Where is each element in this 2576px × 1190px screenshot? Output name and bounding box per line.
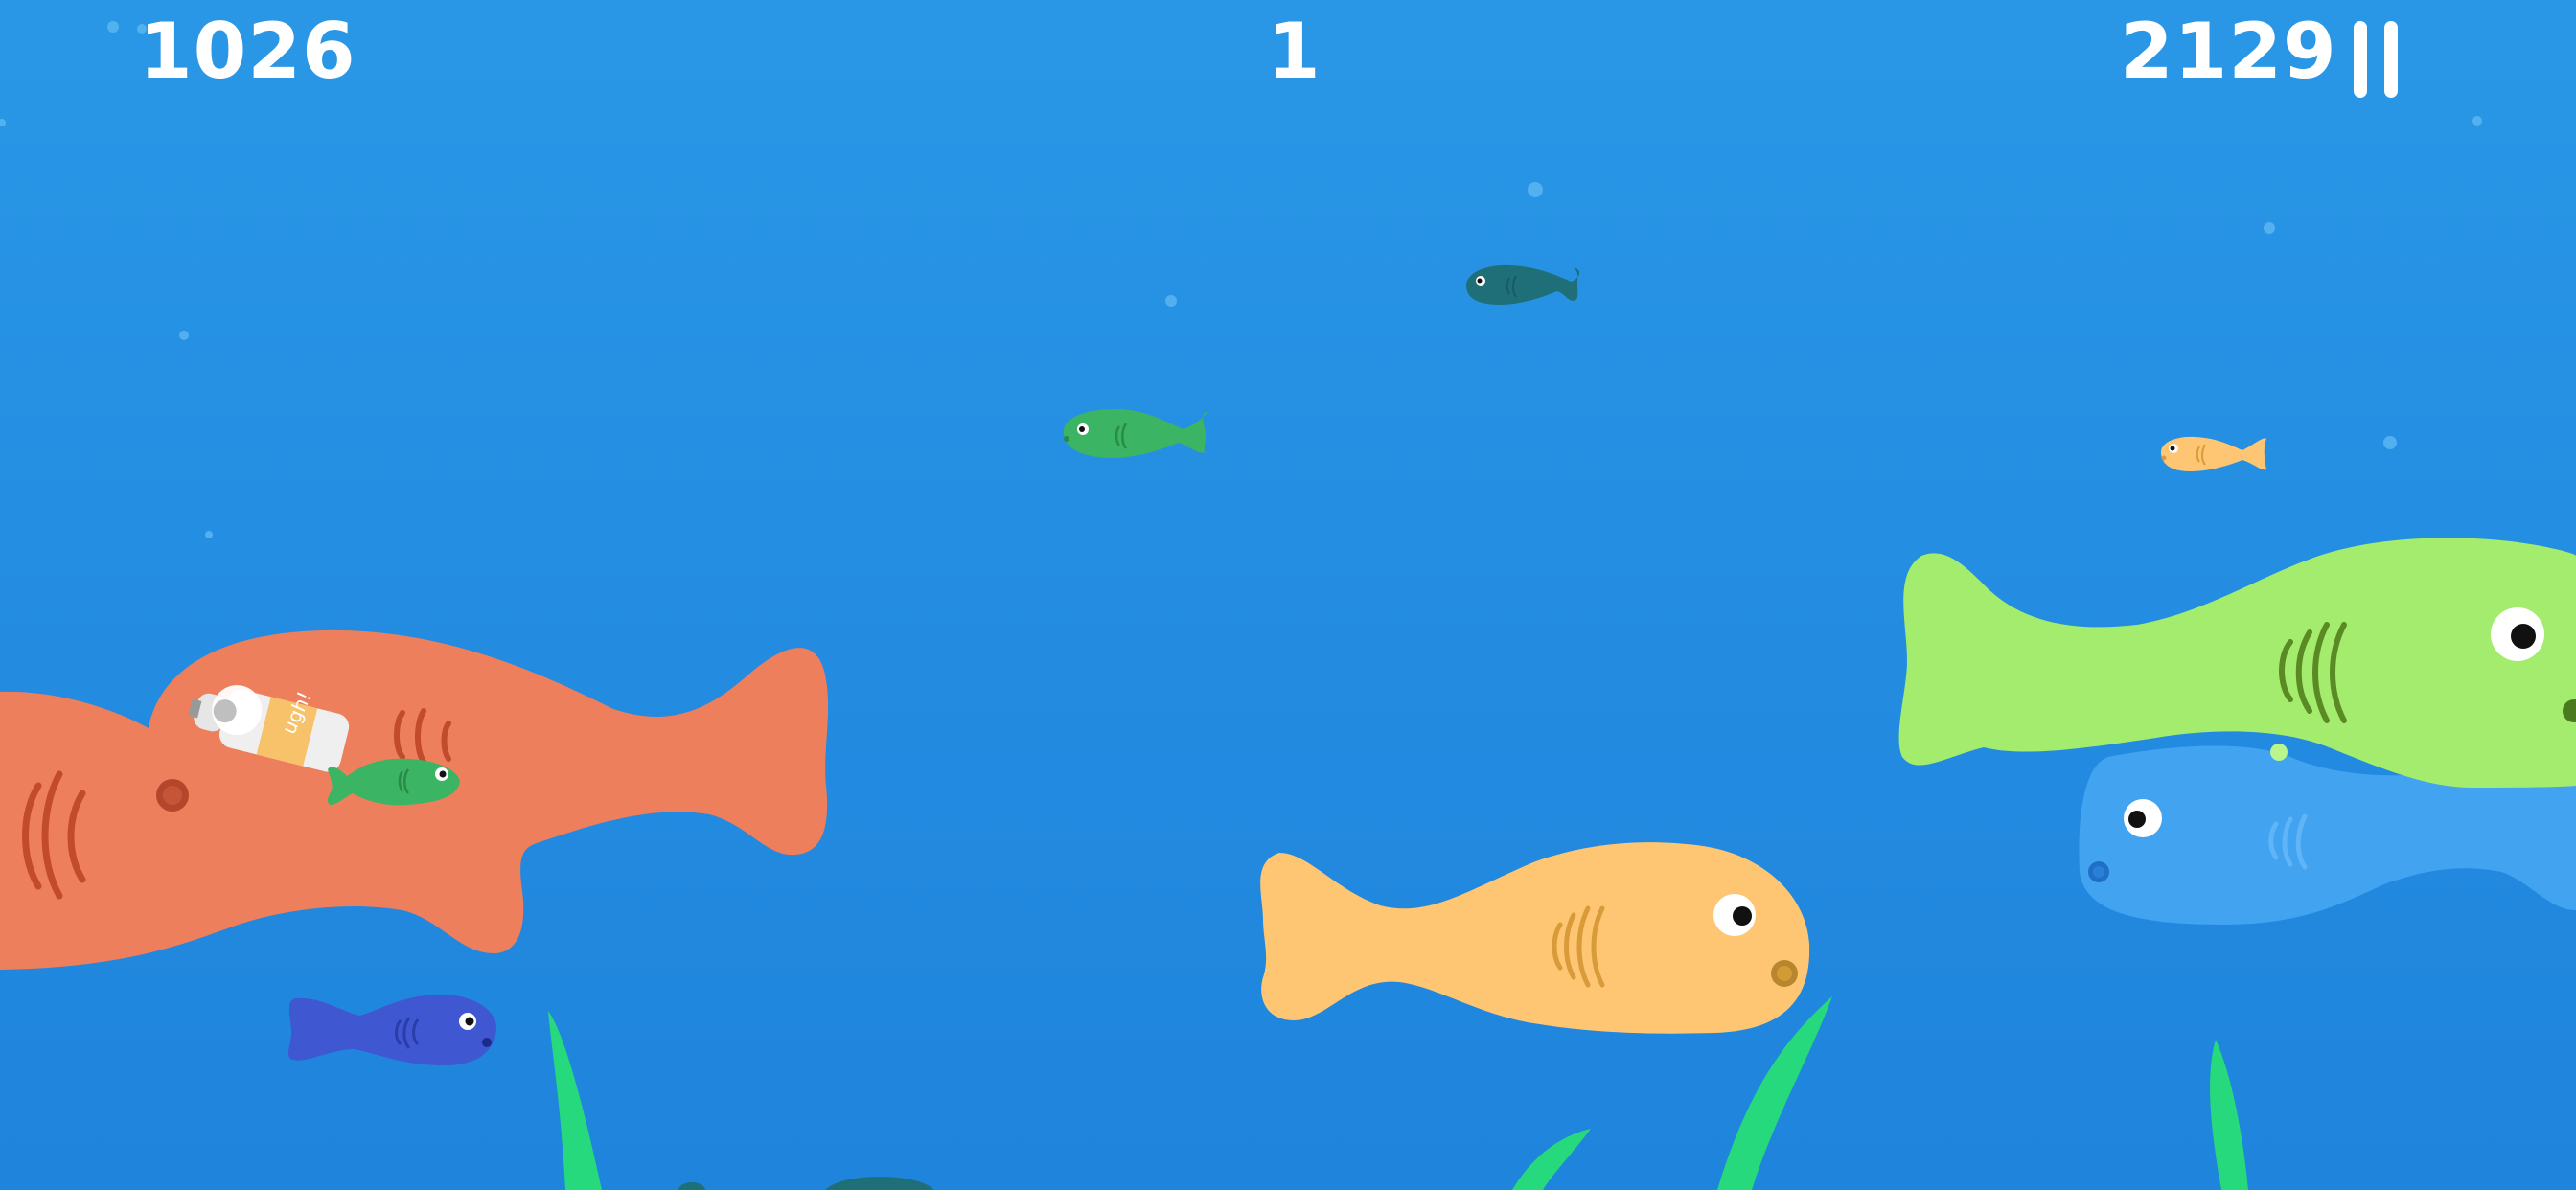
bubble-icon: [0, 119, 6, 126]
underwater-playfield: ugh!: [0, 21, 2576, 1190]
pause-icon: [2346, 21, 2405, 98]
enemy-fish-yellow: [1260, 842, 1810, 1034]
enemy-fish-orange-small: [2161, 436, 2266, 471]
bubble-icon: [107, 21, 119, 33]
bubble-icon: [1528, 182, 1543, 197]
score-display: 1026: [139, 7, 356, 96]
bubble-icon: [205, 531, 213, 538]
seaweed-plant: [548, 1011, 602, 1190]
dark-rock: [678, 1182, 705, 1190]
bubble-icon: [1165, 295, 1177, 307]
enemy-fish-teal: [1466, 264, 1580, 305]
bubble-icon: [2472, 116, 2482, 126]
bubble-icon: [179, 331, 189, 340]
seaweed-group: [548, 996, 2248, 1190]
pause-button[interactable]: [2346, 21, 2405, 98]
seaweed-plant: [2210, 1040, 2248, 1190]
dark-rock: [825, 1177, 934, 1190]
bubble-icon: [2383, 436, 2397, 449]
enemy-fish-green: [1063, 408, 1208, 458]
seaweed-plant: [1512, 1129, 1591, 1190]
level-display: 1: [1267, 7, 1322, 96]
bubble-icon: [2264, 222, 2275, 234]
enemy-fish-navy: [288, 995, 496, 1065]
game-scene[interactable]: ugh! 1026 1 2129: [0, 0, 2576, 1190]
high-score-display: 2129: [2120, 7, 2337, 96]
